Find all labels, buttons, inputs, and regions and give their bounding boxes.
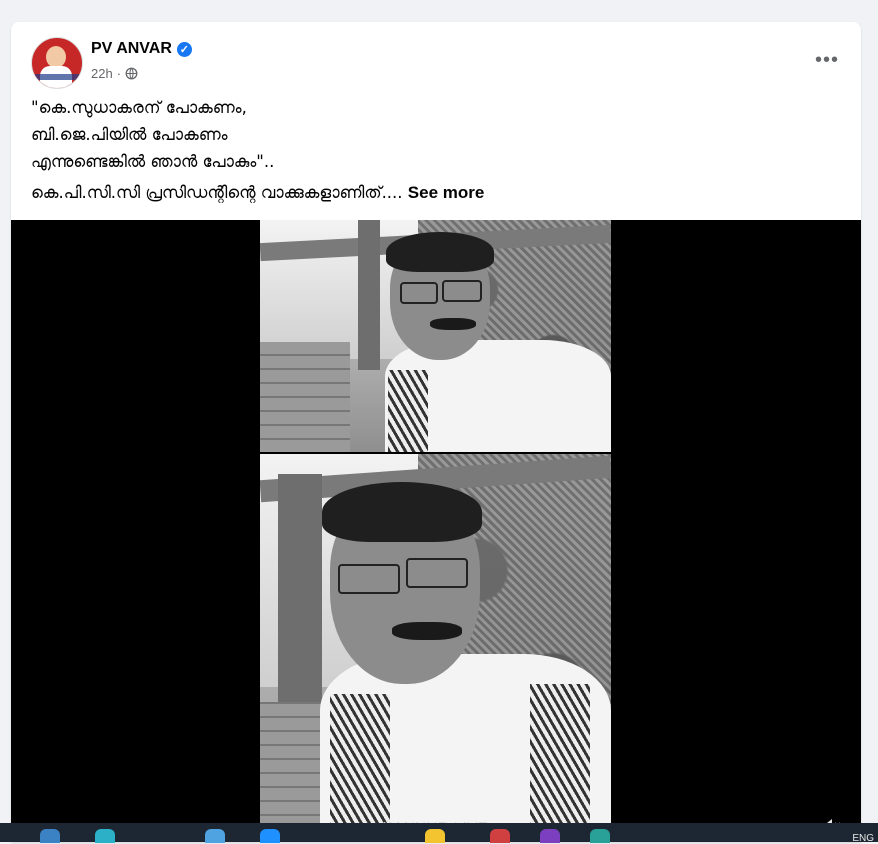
globe-icon[interactable] <box>125 67 138 80</box>
post-text-line: ബി.ജെ.പിയിൽ പോകണം <box>31 125 228 144</box>
taskbar-app-icon[interactable] <box>95 829 115 843</box>
post-text-last-line: കെ.പി.സി.സി പ്രസിഡന്റിന്റെ വാക്കുകളാണിത്… <box>31 179 841 206</box>
post-meta: 22h · <box>91 66 138 81</box>
taskbar: ENG <box>0 823 878 844</box>
taskbar-app-icon[interactable] <box>40 829 60 843</box>
post-text-truncated: കെ.പി.സി.സി പ്രസിഡന്റിന്റെ വാക്കുകളാണിത്… <box>31 183 403 202</box>
person-hair <box>322 482 482 542</box>
person-glasses-left <box>338 564 400 594</box>
see-more-link[interactable]: See more <box>408 183 485 202</box>
taskbar-app-icon[interactable] <box>425 829 445 843</box>
video-building <box>260 342 350 452</box>
taskbar-app-icon[interactable] <box>590 829 610 843</box>
person-moustache <box>392 622 462 640</box>
person-shawl <box>388 370 428 452</box>
taskbar-app-icon[interactable] <box>260 829 280 843</box>
person-glasses-left <box>400 282 438 304</box>
avatar-band <box>32 74 82 80</box>
post-text: "കെ.സുധാകരന് പോകണം, ബി.ജെ.പിയിൽ പോകണം എന… <box>31 94 841 206</box>
author-avatar[interactable] <box>31 37 83 89</box>
post-card: PV ANVAR ✓ 22h · ••• "കെ.സുധാകരന് പോകണം,… <box>11 22 861 842</box>
avatar-face <box>46 46 66 68</box>
person-moustache <box>430 318 476 330</box>
meta-separator: · <box>116 66 122 81</box>
person-glasses-right <box>406 558 468 588</box>
person-glasses-right <box>442 280 482 302</box>
person-hair <box>386 232 494 272</box>
taskbar-language[interactable]: ENG <box>852 833 874 844</box>
author-name[interactable]: PV ANVAR <box>91 40 172 58</box>
taskbar-app-icon[interactable] <box>540 829 560 843</box>
taskbar-app-icon[interactable] <box>490 829 510 843</box>
video-pole <box>358 220 380 370</box>
video-frame-top <box>260 220 611 452</box>
post-text-line: "കെ.സുധാകരന് പോകണം, <box>31 98 247 117</box>
more-options-icon: ••• <box>814 48 839 71</box>
author-name-row: PV ANVAR ✓ <box>91 40 192 58</box>
taskbar-app-icon[interactable] <box>205 829 225 843</box>
post-header: PV ANVAR ✓ 22h · ••• <box>11 22 861 94</box>
post-time[interactable]: 22h <box>91 66 113 81</box>
video-player[interactable]: KANNUR LIVE <box>11 220 861 842</box>
verified-badge-icon: ✓ <box>176 41 192 57</box>
video-frame-bottom: KANNUR LIVE <box>260 454 611 842</box>
more-options-button[interactable]: ••• <box>813 47 841 73</box>
post-text-line: എന്നുണ്ടെങ്കിൽ ഞാൻ പോകും".. <box>31 152 275 171</box>
